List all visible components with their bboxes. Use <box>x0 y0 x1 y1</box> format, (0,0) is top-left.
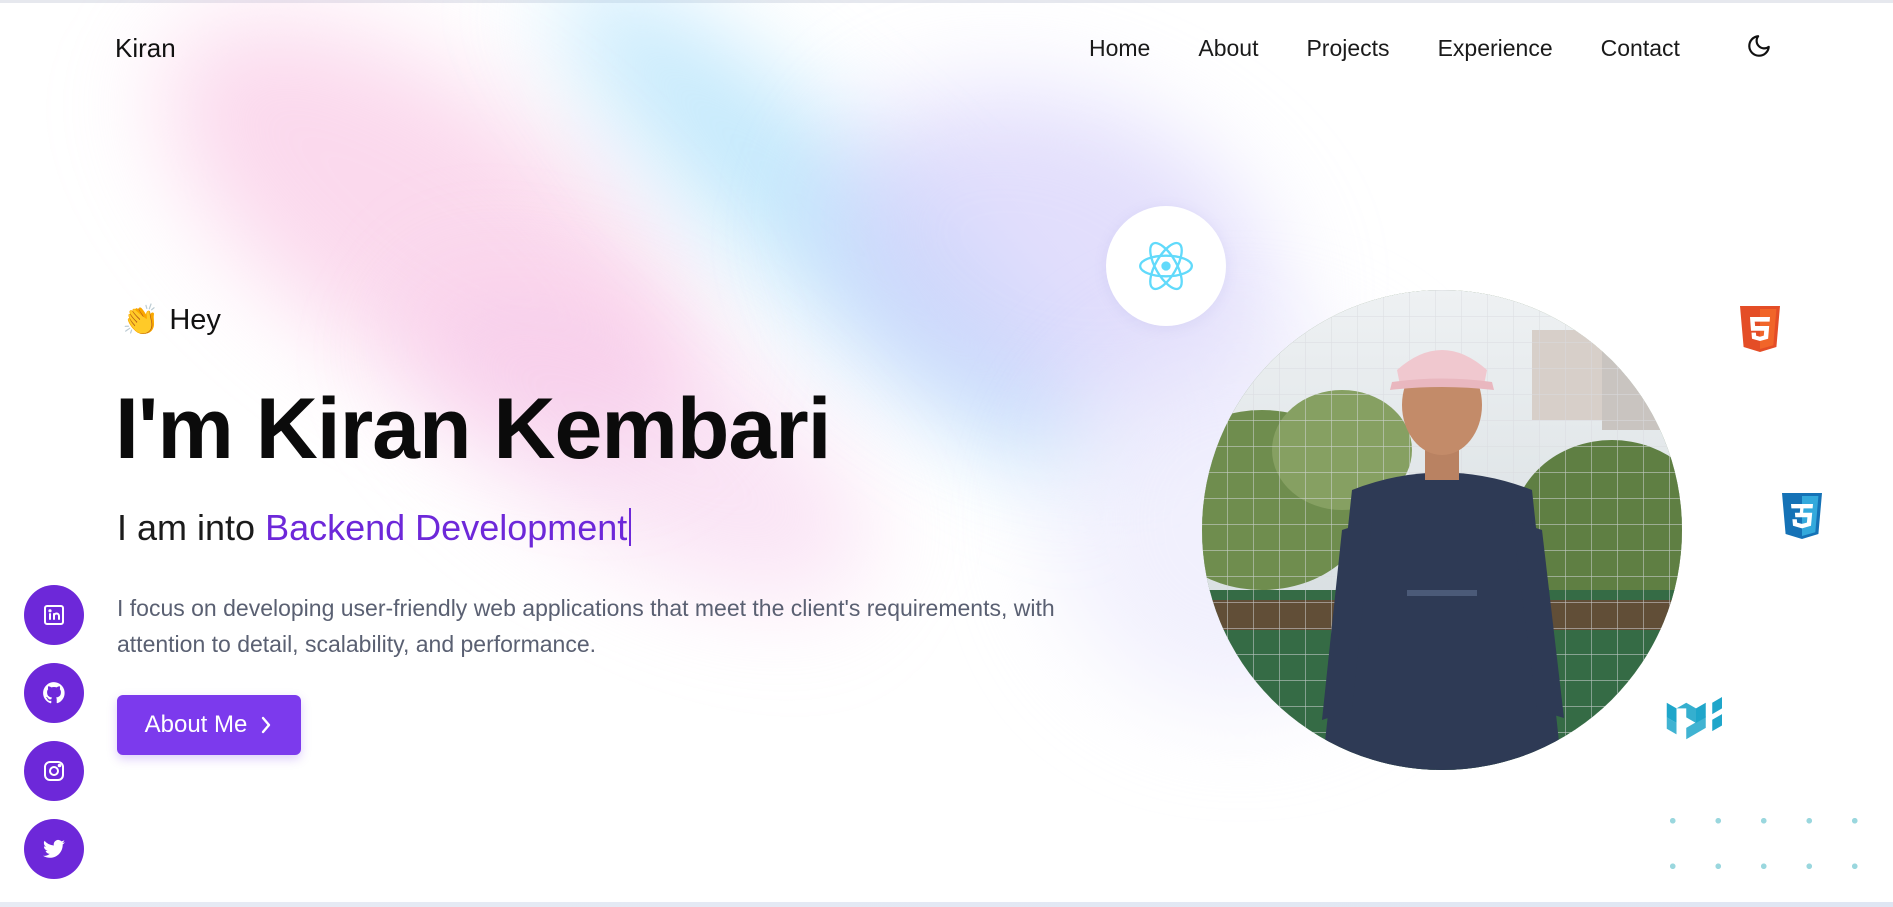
github-icon <box>43 682 65 704</box>
nav-links: Home About Projects Experience Contact <box>1089 35 1680 62</box>
hero-headline: I'm Kiran Kembari <box>115 381 832 477</box>
hero-subheading: I am into Backend Development <box>117 507 632 549</box>
bottom-border <box>0 902 1893 907</box>
about-me-button[interactable]: About Me <box>117 695 301 755</box>
html5-icon <box>1737 305 1783 362</box>
greeting: 👏 Hey <box>122 303 221 338</box>
nav-link-contact[interactable]: Contact <box>1601 35 1680 62</box>
instagram-icon <box>44 761 64 781</box>
react-badge <box>1106 206 1226 326</box>
hero-description: I focus on developing user-friendly web … <box>117 595 1055 657</box>
subheading-prefix: I am into <box>117 507 256 548</box>
brand-logo[interactable]: Kiran <box>115 33 176 64</box>
navbar: Kiran Home About Projects Experience Con… <box>0 0 1893 100</box>
moon-icon[interactable] <box>1746 33 1772 59</box>
typing-role-text: Backend Development <box>265 507 628 548</box>
chevron-right-icon <box>262 716 271 734</box>
react-icon <box>1139 241 1193 291</box>
nav-link-experience[interactable]: Experience <box>1438 35 1553 62</box>
twitter-button[interactable] <box>24 819 84 879</box>
greeting-text: Hey <box>169 304 221 336</box>
dot-pattern <box>1650 798 1893 907</box>
linkedin-icon <box>44 605 64 625</box>
mui-icon <box>1666 697 1722 740</box>
clapping-hands-icon: 👏 <box>122 304 160 337</box>
instagram-button[interactable] <box>24 741 84 801</box>
nav-link-about[interactable]: About <box>1198 35 1258 62</box>
linkedin-button[interactable] <box>24 585 84 645</box>
twitter-icon <box>43 839 65 858</box>
about-me-label: About Me <box>144 711 248 738</box>
typing-caret <box>629 508 632 546</box>
nav-link-home[interactable]: Home <box>1089 35 1150 62</box>
github-button[interactable] <box>24 663 84 723</box>
nav-link-projects[interactable]: Projects <box>1306 35 1389 62</box>
profile-photo <box>1202 290 1682 770</box>
css3-icon <box>1779 492 1825 549</box>
mui-badge <box>1648 675 1744 771</box>
